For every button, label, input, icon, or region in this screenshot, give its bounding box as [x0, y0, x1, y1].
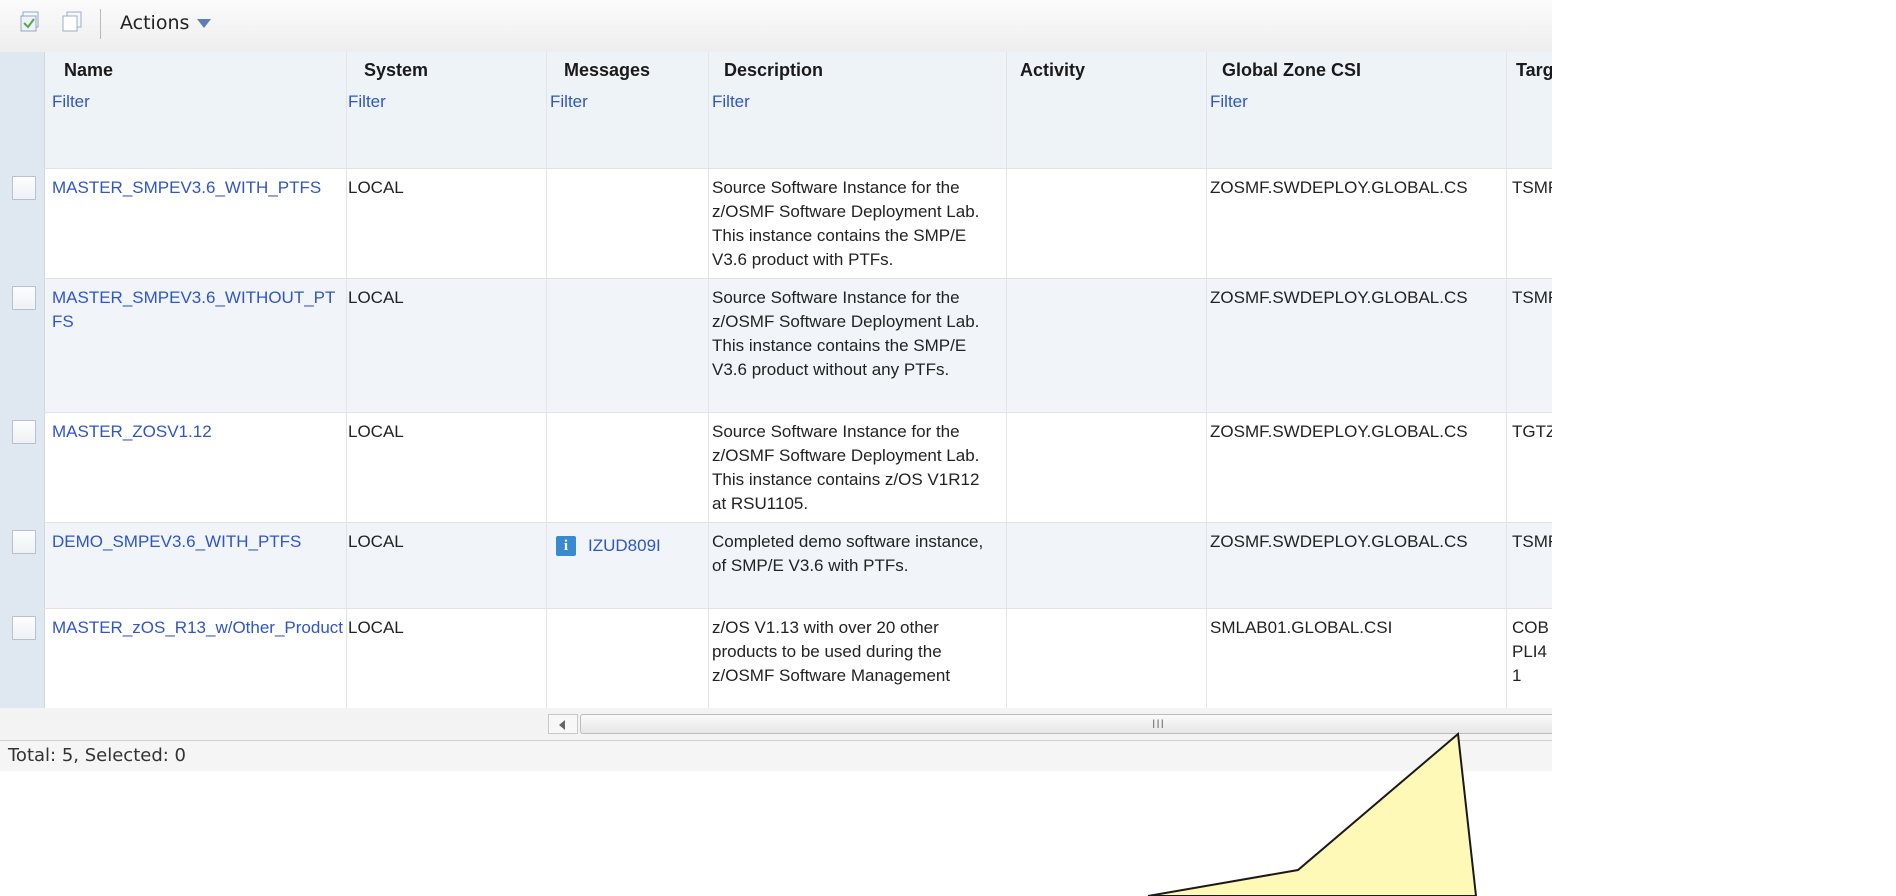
callout-arrow	[1147, 732, 1478, 896]
